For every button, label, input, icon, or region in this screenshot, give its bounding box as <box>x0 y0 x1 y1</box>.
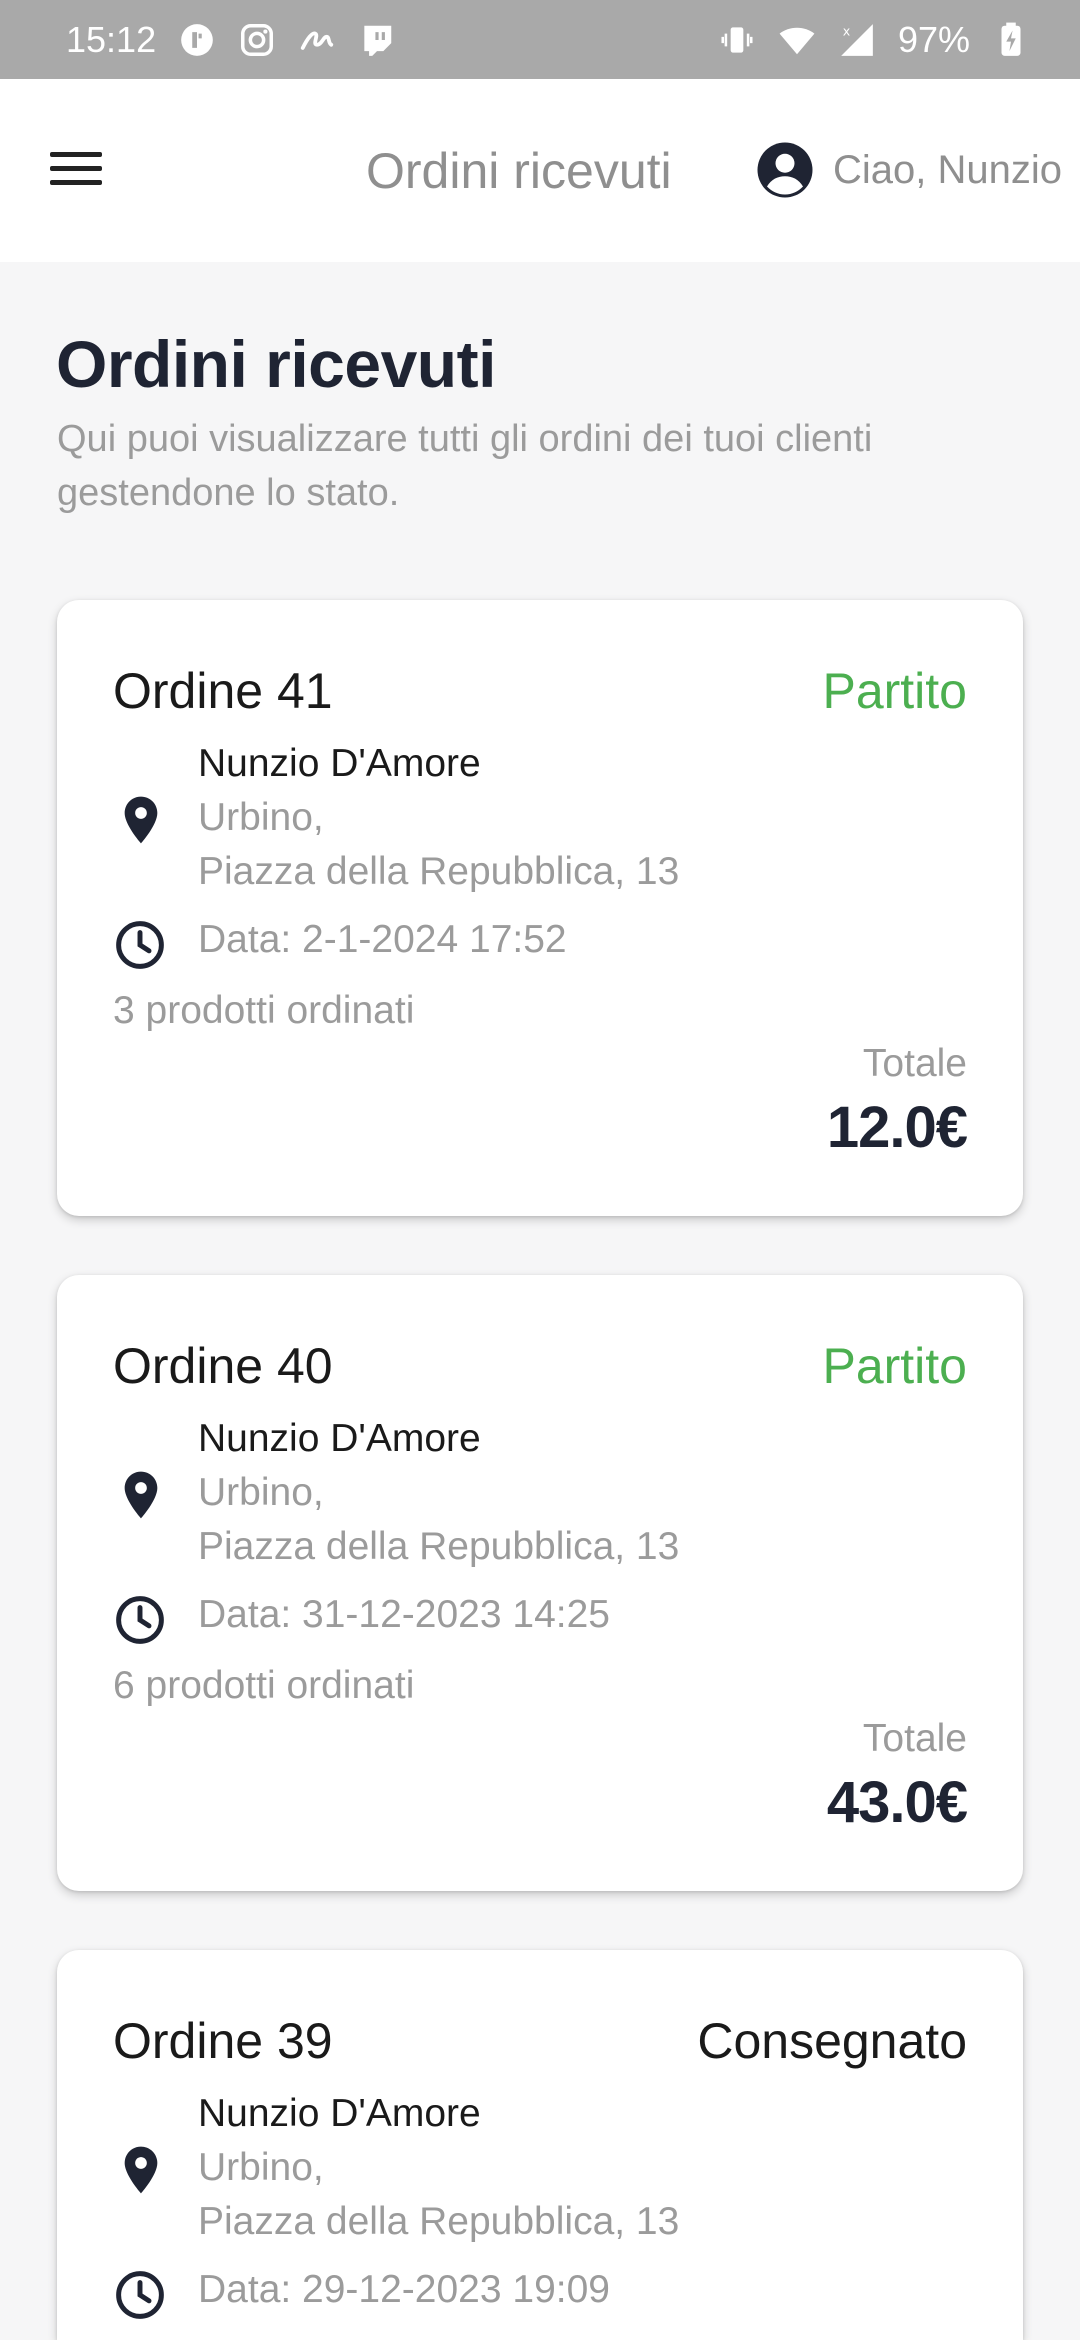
order-title: Ordine 40 <box>113 1338 333 1394</box>
clock-icon <box>116 921 164 969</box>
battery-percent: 97% <box>897 18 970 60</box>
order-date: Data: 29-12-2023 19:09 <box>198 2268 610 2311</box>
address-street: Piazza della Repubblica, 13 <box>198 850 680 893</box>
customer-name: Nunzio D'Amore <box>198 2092 481 2135</box>
location-pin-icon <box>124 2146 158 2194</box>
total-value: 43.0€ <box>826 1770 968 1835</box>
status-bar-right: x 97% <box>718 19 1030 61</box>
address-city: Urbino, <box>198 796 324 839</box>
svg-text:x: x <box>843 23 851 38</box>
hamburger-menu-icon <box>50 152 102 185</box>
address-street: Piazza della Repubblica, 13 <box>198 2200 680 2243</box>
items-count: 6 prodotti ordinati <box>113 1664 415 1707</box>
order-card[interactable]: Ordine 41 Partito Nunzio D'Amore Urbino,… <box>57 600 1023 1216</box>
customer-name: Nunzio D'Amore <box>198 742 481 785</box>
total-label: Totale <box>862 1717 967 1760</box>
instagram-icon <box>238 21 276 59</box>
total-value: 12.0€ <box>826 1095 968 1160</box>
twitch-icon <box>358 21 396 59</box>
signal-icon: x <box>838 21 876 59</box>
account-circle-icon <box>757 142 813 198</box>
order-status[interactable]: Partito <box>822 1337 967 1395</box>
user-menu[interactable]: Ciao, Nunzio <box>755 140 1062 200</box>
user-greeting: Ciao, Nunzio <box>833 147 1063 192</box>
battery-charging-icon <box>992 21 1030 59</box>
location-pin-icon <box>124 1471 158 1519</box>
signature-icon <box>298 21 336 59</box>
page-title: Ordini ricevuti <box>56 327 496 401</box>
address-street: Piazza della Repubblica, 13 <box>198 1525 680 1568</box>
items-count: 3 prodotti ordinati <box>113 989 415 1032</box>
address-city: Urbino, <box>198 1471 324 1514</box>
order-card[interactable]: Ordine 39 Consegnato Nunzio D'Amore Urbi… <box>57 1950 1023 2340</box>
order-status[interactable]: Partito <box>822 662 967 720</box>
clock-icon <box>116 2271 164 2319</box>
wifi-icon <box>778 21 816 59</box>
mask-app-icon <box>178 21 216 59</box>
location-pin-icon <box>124 796 158 844</box>
total-label: Totale <box>862 1042 967 1085</box>
menu-button[interactable] <box>42 139 112 199</box>
customer-name: Nunzio D'Amore <box>198 1417 481 1460</box>
status-bar: 15:12 x 97% <box>0 0 1080 79</box>
app-bar-title: Ordini ricevuti <box>366 143 672 199</box>
order-date: Data: 2-1-2024 17:52 <box>198 918 567 961</box>
order-title: Ordine 39 <box>113 2013 333 2069</box>
page-subtitle: Qui puoi visualizzare tutti gli ordini d… <box>57 418 873 514</box>
order-date: Data: 31-12-2023 14:25 <box>198 1593 610 1636</box>
order-card[interactable]: Ordine 40 Partito Nunzio D'Amore Urbino,… <box>57 1275 1023 1891</box>
clock-icon <box>116 1596 164 1644</box>
address-city: Urbino, <box>198 2146 324 2189</box>
status-time: 15:12 <box>66 18 157 60</box>
order-title: Ordine 41 <box>113 663 333 719</box>
app-bar: Ordini ricevuti Ciao, Nunzio <box>0 79 1080 262</box>
vibrate-icon <box>718 21 756 59</box>
order-status[interactable]: Consegnato <box>697 2012 967 2070</box>
status-bar-left: 15:12 <box>66 19 396 61</box>
